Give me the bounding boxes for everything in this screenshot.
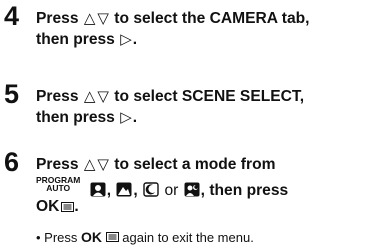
up-arrow-icon: △: [83, 156, 96, 173]
step-number: 5: [4, 79, 20, 109]
text: or: [164, 182, 179, 199]
step-6-line-1: Press △ ▽ to select a mode from: [36, 156, 275, 174]
step-number: 6: [4, 147, 20, 177]
night-scene-icon: [143, 182, 159, 197]
step-5-line-1: Press △ ▽ to select SCENE SELECT,: [36, 88, 304, 106]
step-4-line-2: then press ▷.: [36, 31, 137, 49]
ok-menu-key: OK: [36, 198, 75, 216]
step-6-line-2: PROGRAM AUTO , , or , then press: [36, 176, 288, 200]
down-arrow-icon: ▽: [97, 10, 109, 27]
step-6-line-3: OK .: [36, 198, 79, 216]
text: , then press: [200, 182, 289, 199]
note-line: • Press OK again to exit the menu.: [36, 229, 254, 245]
text: AUTO: [46, 183, 71, 193]
step-5-line-2: then press ▷.: [36, 109, 137, 127]
text: .: [132, 109, 138, 126]
menu-icon: [61, 202, 75, 212]
text: to select a mode from: [114, 156, 276, 173]
text: then press: [36, 109, 115, 126]
menu-icon: [105, 232, 119, 242]
step-number: 4: [4, 1, 20, 31]
text: Press: [36, 156, 79, 173]
text: OK: [36, 198, 60, 215]
up-arrow-icon: △: [83, 10, 96, 27]
right-arrow-icon: ▷: [120, 109, 132, 126]
program-auto-icon: PROGRAM AUTO: [36, 176, 80, 193]
landscape-icon: [116, 182, 132, 197]
text: again to exit the menu.: [122, 230, 254, 245]
text: to select the CAMERA tab,: [114, 10, 310, 27]
right-arrow-icon: ▷: [120, 31, 132, 48]
text: Press: [36, 10, 79, 27]
text: then press: [36, 31, 115, 48]
portrait-icon: [90, 182, 106, 197]
text: .: [132, 31, 138, 48]
text: • Press: [36, 230, 78, 245]
text: to select SCENE SELECT,: [114, 88, 305, 105]
ok-key-label: OK: [81, 229, 103, 245]
text: ,: [106, 182, 112, 199]
text: ,: [133, 182, 138, 199]
down-arrow-icon: ▽: [97, 88, 109, 105]
down-arrow-icon: ▽: [97, 156, 109, 173]
text: .: [74, 198, 79, 215]
portrait-night-icon: [184, 182, 200, 197]
up-arrow-icon: △: [83, 88, 96, 105]
text: Press: [36, 88, 79, 105]
step-4-line-1: Press △ ▽ to select the CAMERA tab,: [36, 10, 310, 28]
